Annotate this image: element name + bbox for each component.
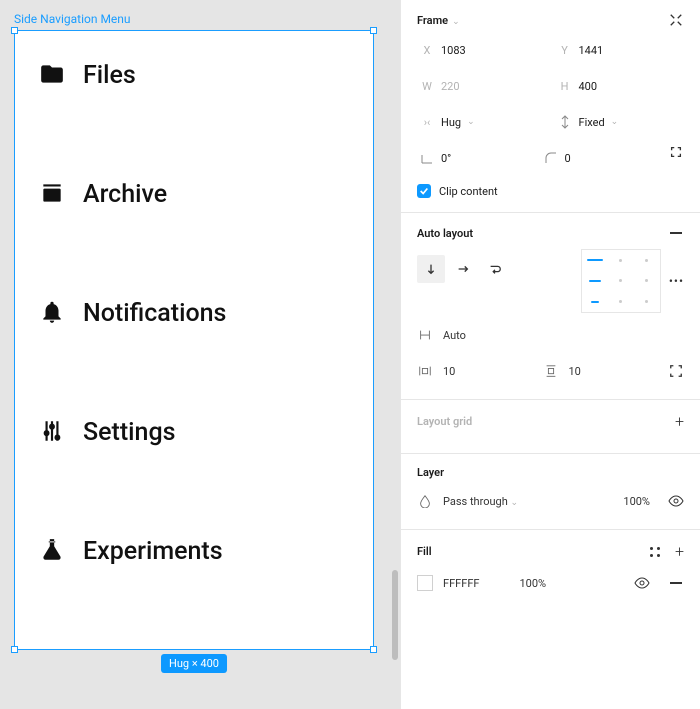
sliders-icon <box>39 418 65 447</box>
direction-wrap-button[interactable] <box>481 255 509 283</box>
independent-corners-icon[interactable] <box>668 144 684 160</box>
blend-mode-select[interactable]: Pass through ⌄ <box>443 495 518 508</box>
canvas[interactable]: Side Navigation Menu Files Archive <box>0 0 400 709</box>
fill-color-swatch[interactable] <box>417 575 433 591</box>
auto-layout-section: Auto layout <box>401 213 700 400</box>
padding-horizontal-icon <box>417 364 433 378</box>
layer-title: Layer <box>417 466 444 479</box>
remove-fill-button[interactable] <box>668 575 684 591</box>
fill-opacity-field[interactable]: 100% <box>519 577 546 590</box>
bell-icon <box>39 299 65 328</box>
nav-item-experiments[interactable]: Experiments <box>39 537 349 566</box>
rotation-field[interactable]: 0° <box>417 144 533 172</box>
archive-icon <box>39 180 65 209</box>
layout-grid-section: Layout grid + <box>401 400 700 454</box>
padding-horizontal-field[interactable]: 10 <box>417 364 543 378</box>
blend-mode-icon <box>417 494 433 508</box>
layer-opacity-field[interactable]: 100% <box>623 495 650 508</box>
auto-layout-more-button[interactable]: ••• <box>669 274 684 288</box>
direction-vertical-button[interactable] <box>417 255 445 283</box>
visibility-icon[interactable] <box>668 493 684 509</box>
resize-handle-top-left[interactable] <box>11 27 18 34</box>
add-fill-button[interactable]: + <box>675 542 684 561</box>
spacing-icon <box>417 328 433 342</box>
nav-item-archive[interactable]: Archive <box>39 180 349 209</box>
nav-item-label: Settings <box>83 418 176 447</box>
fill-title: Fill <box>417 545 432 558</box>
nav-item-label: Files <box>83 61 136 90</box>
selection-size-badge: Hug × 400 <box>161 654 227 673</box>
resize-handle-bottom-left[interactable] <box>11 646 18 653</box>
clip-content-label: Clip content <box>439 185 498 198</box>
layout-grid-title: Layout grid <box>417 415 472 428</box>
nav-item-label: Experiments <box>83 537 223 566</box>
fill-styles-button[interactable] <box>649 546 661 558</box>
pos-x-field[interactable]: X 1083 <box>417 36 547 64</box>
padding-vertical-icon <box>543 364 559 378</box>
nav-item-label: Archive <box>83 180 167 209</box>
nav-item-notifications[interactable]: Notifications <box>39 299 349 328</box>
layer-section: Layer Pass through ⌄ 100% <box>401 454 700 530</box>
folder-icon <box>39 61 65 90</box>
resize-handle-top-right[interactable] <box>370 27 377 34</box>
pos-y-field[interactable]: Y 1441 <box>555 36 685 64</box>
alignment-grid[interactable] <box>581 249 661 313</box>
fill-visibility-icon[interactable] <box>634 575 650 591</box>
collapse-panel-icon[interactable] <box>668 12 684 28</box>
direction-horizontal-button[interactable] <box>449 255 477 283</box>
fill-section: Fill + FFFFFF 100% <box>401 530 700 611</box>
clip-content-checkbox[interactable] <box>417 184 431 198</box>
flask-icon <box>39 537 65 566</box>
canvas-scrollbar-thumb[interactable] <box>392 570 398 660</box>
fill-hex-field[interactable]: FFFFFF <box>443 577 479 590</box>
resize-vertical-icon <box>557 114 573 130</box>
remove-auto-layout-button[interactable] <box>668 225 684 241</box>
selected-frame[interactable]: Files Archive Notifications <box>14 30 374 650</box>
resize-horizontal-icon: ›‹ <box>419 116 435 129</box>
nav-item-files[interactable]: Files <box>39 61 349 90</box>
resize-handle-bottom-right[interactable] <box>370 646 377 653</box>
frame-section-title[interactable]: Frame⌄ <box>417 14 460 27</box>
frame-section: Frame⌄ X 1083 Y 1441 W 220 <box>401 0 700 213</box>
height-field[interactable]: H 400 <box>555 72 685 100</box>
frame-selection-label[interactable]: Side Navigation Menu <box>14 12 131 26</box>
independent-padding-button[interactable] <box>668 363 684 379</box>
auto-layout-title: Auto layout <box>417 227 473 240</box>
width-field[interactable]: W 220 <box>417 72 547 100</box>
padding-vertical-field[interactable]: 10 <box>543 364 669 378</box>
properties-panel: Frame⌄ X 1083 Y 1441 W 220 <box>400 0 700 709</box>
add-layout-grid-button[interactable]: + <box>675 412 684 431</box>
vertical-resize-field[interactable]: Fixed ⌄ <box>555 108 685 136</box>
corner-radius-field[interactable]: 0 <box>541 144 657 172</box>
corner-radius-icon <box>543 150 559 166</box>
angle-icon <box>419 150 435 166</box>
spacing-value[interactable]: Auto <box>443 329 466 342</box>
nav-item-label: Notifications <box>83 299 226 328</box>
horizontal-resize-field[interactable]: ›‹ Hug ⌄ <box>417 108 547 136</box>
side-navigation-menu: Files Archive Notifications <box>15 31 373 649</box>
nav-item-settings[interactable]: Settings <box>39 418 349 447</box>
